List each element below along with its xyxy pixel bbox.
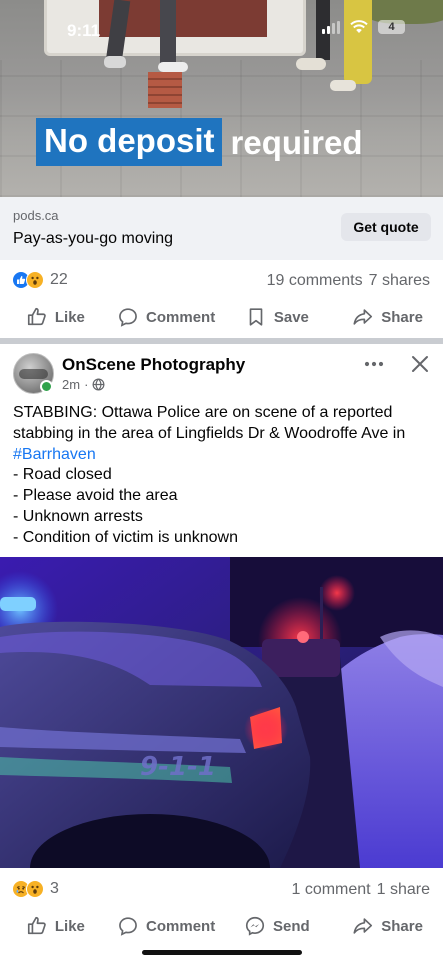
bullet-item: - Unknown arrests <box>13 507 143 525</box>
send-label: Send <box>273 917 310 935</box>
reactions-summary[interactable]: 22 <box>12 271 68 289</box>
post-time[interactable]: 2m <box>62 377 80 392</box>
shares-count[interactable]: 1 share <box>377 881 430 899</box>
like-button[interactable]: Like <box>0 906 111 946</box>
like-label: Like <box>54 308 85 326</box>
comment-button[interactable]: Comment <box>111 906 222 946</box>
person-shoe <box>158 62 188 72</box>
engagement-counts: 19 comments 7 shares <box>267 272 430 290</box>
post-meta: 2m · <box>62 377 105 392</box>
signal-icon <box>322 20 340 34</box>
wifi-icon <box>350 20 368 33</box>
comments-count[interactable]: 1 comment <box>291 881 370 899</box>
comment-icon <box>119 308 137 327</box>
hashtag-link[interactable]: #Barrhaven <box>13 446 96 463</box>
bookmark-icon <box>249 308 263 326</box>
post-action-bar: Like Comment Send Share <box>0 906 443 946</box>
share-label: Share <box>381 917 423 935</box>
headline-rest: required <box>230 123 363 161</box>
comment-label: Comment <box>146 308 216 326</box>
wow-icon <box>26 880 44 898</box>
car-decal-text: 9-1-1 <box>140 752 216 782</box>
reaction-count: 22 <box>50 271 68 288</box>
ad-domain: pods.ca <box>13 208 59 223</box>
like-button[interactable]: Like <box>0 297 111 337</box>
save-label: Save <box>273 308 309 326</box>
status-icons: 4 <box>322 20 405 34</box>
brick-strip <box>148 72 182 108</box>
thumbs-up-icon <box>27 916 46 935</box>
page-name[interactable]: OnScene Photography <box>62 355 245 375</box>
status-time: 9:11 <box>67 21 101 40</box>
share-button[interactable]: Share <box>332 297 443 337</box>
meta-dot: · <box>84 377 89 392</box>
like-label: Like <box>54 917 85 935</box>
reaction-count: 3 <box>50 880 59 897</box>
ad-action-bar: Like Comment Save Share <box>0 297 443 337</box>
ad-headline: No deposit required <box>36 118 363 166</box>
messenger-icon <box>245 916 265 936</box>
comment-icon <box>119 917 137 936</box>
thumbs-up-icon <box>27 307 46 326</box>
engagement-counts: 1 comment 1 share <box>291 881 430 899</box>
person-shoe <box>104 56 126 68</box>
share-icon <box>353 309 373 325</box>
police-scene-illustration <box>0 557 443 868</box>
person-leg <box>344 0 372 84</box>
post-stats-row: 3 1 comment 1 share <box>0 875 443 903</box>
bullet-item: - Please avoid the area <box>13 487 178 505</box>
ad-title: Pay-as-you-go moving <box>13 230 174 247</box>
comment-label: Comment <box>146 917 216 935</box>
online-status-dot <box>40 380 53 393</box>
bullet-item: - Condition of victim is unknown <box>13 528 238 546</box>
ad-stats-row: 22 19 comments 7 shares <box>0 266 443 294</box>
post-text: STABBING: Ottawa Police are on scene of … <box>13 403 433 549</box>
bullet-item: - Road closed <box>13 466 112 484</box>
get-quote-button[interactable]: Get quote <box>341 213 431 241</box>
headline-highlight: No deposit <box>36 118 222 166</box>
battery-icon: 4 <box>378 20 405 34</box>
post-text-lead: STABBING: Ottawa Police are on scene of … <box>13 404 406 442</box>
avatar-logo <box>19 369 48 379</box>
reactions-summary[interactable]: 3 <box>12 880 59 898</box>
ad-image[interactable]: 9:11 4 No deposit required <box>0 0 443 197</box>
feed-separator <box>0 338 443 344</box>
close-icon[interactable] <box>410 354 430 374</box>
comments-count[interactable]: 19 comments <box>267 272 363 290</box>
share-icon <box>353 918 373 934</box>
send-button[interactable]: Send <box>222 906 333 946</box>
globe-icon <box>92 378 105 391</box>
save-button[interactable]: Save <box>222 297 333 337</box>
person-leg <box>160 0 176 66</box>
share-label: Share <box>381 308 423 326</box>
home-indicator <box>142 950 302 955</box>
shares-count[interactable]: 7 shares <box>369 272 430 290</box>
wow-icon <box>26 271 44 289</box>
person-shoe <box>330 80 356 91</box>
ad-link-footer[interactable]: pods.ca Pay-as-you-go moving Get quote <box>0 197 443 260</box>
person-shoe <box>296 58 326 70</box>
more-options-icon[interactable] <box>361 354 387 374</box>
post-photo[interactable]: 9-1-1 <box>0 557 443 868</box>
share-button[interactable]: Share <box>332 906 443 946</box>
comment-button[interactable]: Comment <box>111 297 222 337</box>
